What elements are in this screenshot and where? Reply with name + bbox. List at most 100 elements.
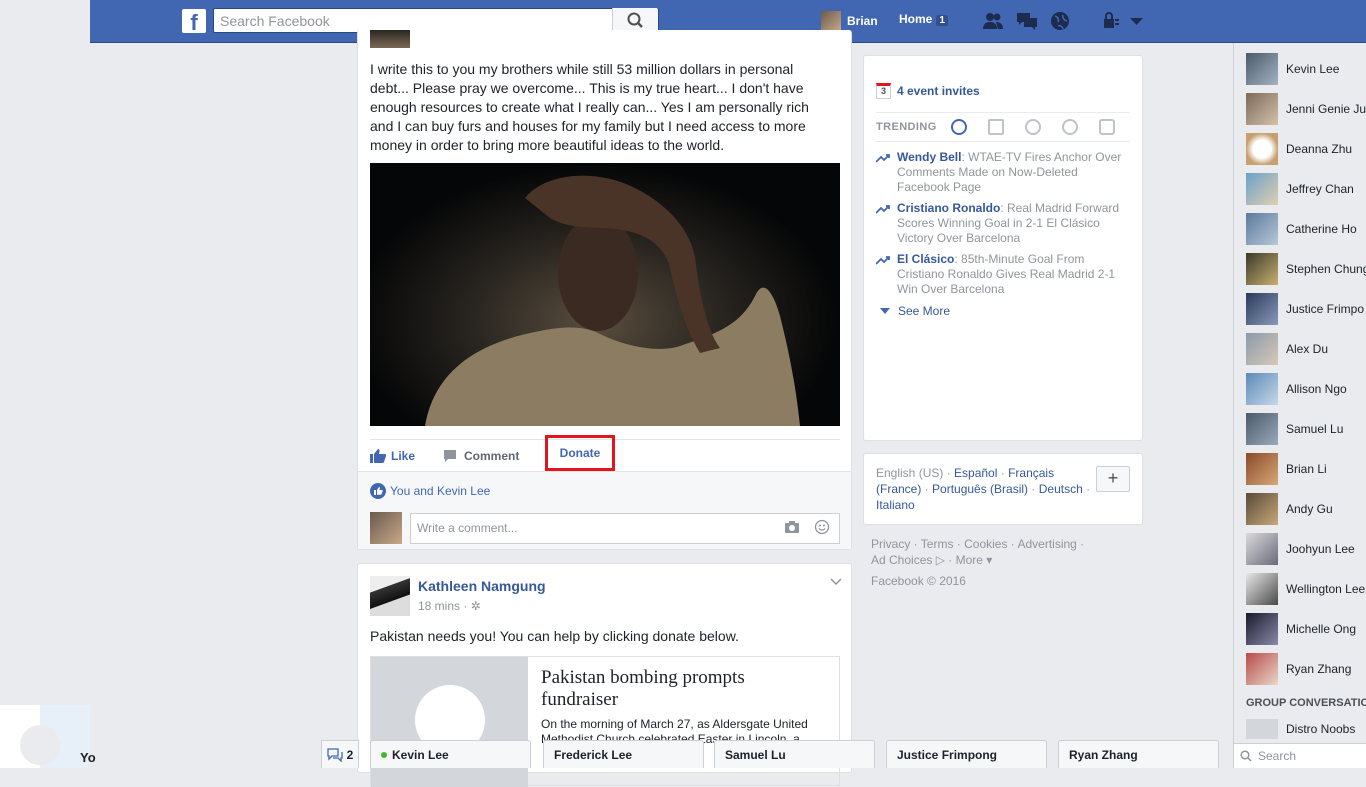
chat-friend[interactable]: Deanna Zhu [1246,133,1352,165]
friend-name: Jeffrey Chan [1286,182,1354,196]
chat-friend[interactable]: Brian Li [1246,453,1327,485]
avatar [1246,133,1278,165]
chat-friend[interactable]: Allison Ngo [1246,373,1347,405]
post-time[interactable]: 18 mins [418,599,460,613]
trend-name: El Clásico [897,252,955,266]
trending-politics-icon[interactable] [987,119,1004,135]
comment-icon [444,449,457,462]
profile-link[interactable]: Brian [821,10,878,32]
trending-item[interactable]: Cristiano Ronaldo: Real Madrid Forward S… [876,201,1130,246]
chat-tab[interactable]: Ryan Zhang [1058,740,1219,768]
avatar [1246,613,1278,645]
avatar [1246,413,1278,445]
profile-name: Brian [847,14,878,28]
chat-friend[interactable]: Justice Frimpo [1246,293,1364,325]
event-invites-link[interactable]: 3 4 event invites [876,83,980,99]
caret-down-icon [880,307,890,314]
donate-button[interactable]: Donate [545,435,615,471]
trending-sports-icon[interactable] [1061,119,1078,135]
see-more-link[interactable]: See More [880,304,950,318]
home-label: Home [899,12,933,26]
chat-tab[interactable]: Frederick Lee [543,740,704,768]
chat-friend[interactable]: Andy Gu [1246,493,1333,525]
avatar [1246,253,1278,285]
friend-name: Wellington Lee [1286,582,1366,596]
footer-links[interactable]: Privacy · Terms · Cookies · Advertising … [871,536,1131,552]
friend-name: Stephen Chung [1286,262,1366,276]
avatar [821,11,841,31]
chat-search-input[interactable] [1258,749,1358,763]
chat-search-box [1234,743,1366,768]
chat-friend[interactable]: Jenni Genie Ju [1246,93,1366,125]
avatar [1246,573,1278,605]
language-link[interactable]: Deutsch [1039,482,1083,496]
trend-name: Cristiano Ronaldo [897,201,1001,215]
comment-button[interactable]: Comment [443,449,519,463]
friend-name: Andy Gu [1286,502,1333,516]
chat-tab[interactable]: Samuel Lu [714,740,875,768]
like-label: Like [391,448,416,463]
chat-friend[interactable]: Samuel Lu [1246,413,1343,445]
post-author-name[interactable]: Kathleen Namgung [418,578,546,594]
friend-name: Samuel Lu [1286,422,1344,436]
messages-icon[interactable] [1016,11,1038,31]
chat-friend[interactable]: Kevin Lee [1246,53,1339,85]
avatar [1246,493,1278,525]
post-author-avatar[interactable] [370,30,410,48]
trending-entertainment-icon[interactable] [1098,119,1115,135]
chat-friend[interactable]: Wellington Lee [1246,573,1365,605]
friend-name: Brian Li [1286,462,1327,476]
friend-name: Michelle Ong [1286,622,1357,636]
chat-friend[interactable]: Catherine Ho [1246,213,1357,245]
friend-name: Justice Frimpo [1286,302,1365,316]
avatar [1246,453,1278,485]
language-link[interactable]: Español [954,466,997,480]
post-options-chevron-down-icon[interactable] [830,578,842,586]
language-link[interactable]: Italiano [876,498,915,512]
likes-summary[interactable]: You and Kevin Lee [370,483,490,499]
chat-friend[interactable]: Stephen Chung [1246,253,1366,285]
comment-composer [370,512,840,544]
left-background [0,0,90,768]
chat-friend[interactable]: Jeffrey Chan [1246,173,1354,205]
avatar [1246,293,1278,325]
trending-item[interactable]: Wendy Bell: WTAE-TV Fires Anchor Over Co… [876,150,1130,195]
friend-requests-icon[interactable] [982,11,1004,31]
post-photo[interactable] [370,163,840,426]
language-link[interactable]: Português (Brasil) [932,482,1028,496]
privacy-shortcuts-icon[interactable] [1101,11,1123,31]
trending-science-icon[interactable] [1024,119,1041,135]
camera-icon[interactable] [784,520,800,534]
chat-tab-name: Justice Frimpong [897,747,998,762]
chat-tab[interactable]: Kevin Lee [370,740,531,768]
home-link[interactable]: Home 1 [899,12,948,26]
comment-input[interactable] [410,512,840,544]
right-sidebar-card: 3 4 event invites TRENDING Wendy Bell: W… [863,55,1143,441]
trending-top-icon[interactable] [950,119,967,135]
notifications-globe-icon[interactable] [1049,11,1071,31]
chat-tab[interactable]: Justice Frimpong [886,740,1047,768]
facebook-logo-icon[interactable]: f [182,9,206,33]
chat-overflow-tab[interactable]: 2 [321,740,359,768]
online-dot-icon [381,751,387,758]
emoji-icon[interactable] [814,519,830,535]
chat-friend[interactable]: Ryan Zhang [1246,653,1351,685]
add-language-button[interactable]: + [1096,466,1130,492]
trending-item[interactable]: El Clásico: 85th-Minute Goal From Cristi… [876,252,1130,297]
search-input[interactable] [214,9,609,32]
chat-count: 2 [346,747,354,762]
like-button[interactable]: Like [370,448,416,463]
account-menu-chevron-down-icon[interactable] [1127,11,1149,31]
footer-links[interactable]: Ad Choices ▷ · More ▾ [871,552,1131,568]
chat-friend[interactable]: Joohyun Lee [1246,533,1355,565]
group-conversation[interactable]: Distro Noobs [1246,719,1355,739]
copyright: Facebook © 2016 [871,574,966,588]
like-reaction-icon [370,483,386,499]
chat-friend[interactable]: Alex Du [1246,333,1328,365]
friend-name: Jenni Genie Ju [1286,102,1366,116]
avatar [1246,173,1278,205]
chat-friend[interactable]: Michelle Ong [1246,613,1356,645]
thumbs-up-icon [370,448,386,463]
friend-name: Alex Du [1286,342,1329,356]
post-author-avatar[interactable] [370,576,410,616]
